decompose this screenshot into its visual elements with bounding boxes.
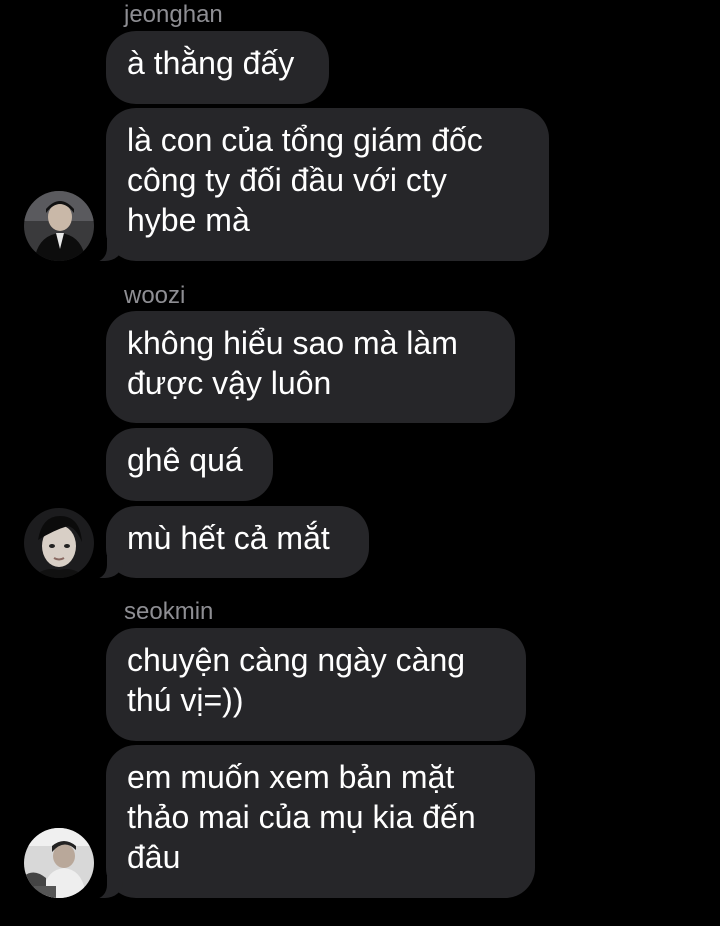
message-bubble[interactable]: chuyện càng ngày càng thú vị=)) xyxy=(106,628,526,741)
message-bubble[interactable]: à thằng đấy xyxy=(106,31,329,104)
message-bubble[interactable]: mù hết cả mắt xyxy=(89,506,369,579)
sender-name: seokmin xyxy=(124,598,214,625)
message-bubble[interactable]: em muốn xem bản mặt thảo mai của mụ kia … xyxy=(89,745,535,899)
message-bubble[interactable]: không hiểu sao mà làm được vậy luôn xyxy=(106,311,515,423)
person-avatar-face-icon[interactable] xyxy=(24,508,94,578)
message-bubble[interactable]: là con của tổng giám đốc công ty đối đầu… xyxy=(89,108,549,262)
person-avatar-dark-suit-icon[interactable] xyxy=(24,191,94,261)
sender-name: jeonghan xyxy=(124,1,223,28)
message-bubble[interactable]: ghê quá xyxy=(106,428,273,501)
person-avatar-light-shirt-icon[interactable] xyxy=(24,828,94,898)
sender-name: woozi xyxy=(124,282,186,309)
